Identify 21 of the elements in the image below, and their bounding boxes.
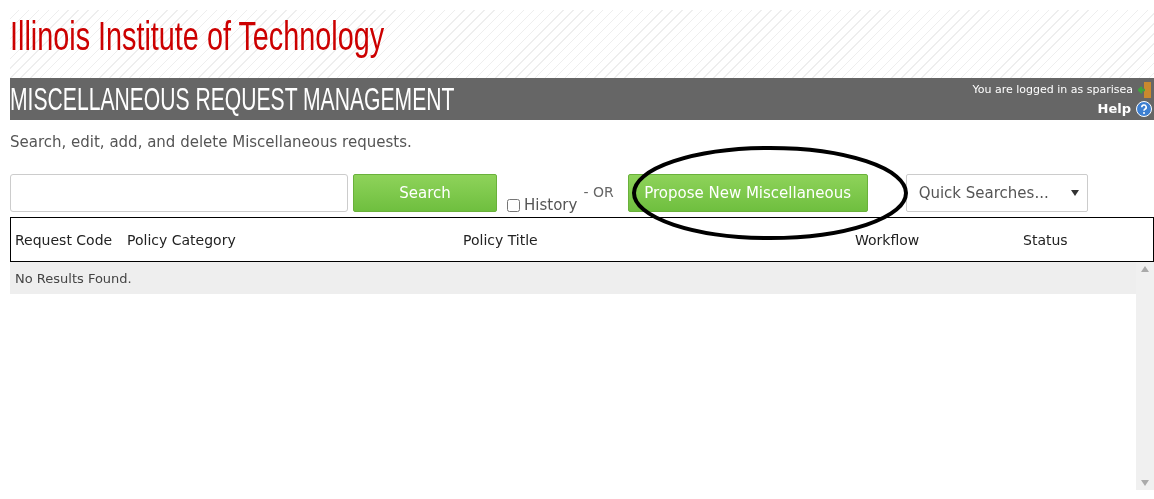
scroll-up-icon[interactable]: [1141, 266, 1149, 272]
column-header[interactable]: Policy Category: [127, 231, 236, 248]
column-header[interactable]: Request Code: [15, 231, 113, 248]
empty-message: No Results Found.: [15, 270, 132, 286]
scrollbar[interactable]: [1136, 262, 1154, 490]
scroll-down-icon[interactable]: [1141, 480, 1149, 486]
logged-in-text: You are logged in as sparisea: [972, 83, 1133, 96]
column-header[interactable]: Policy Title: [463, 231, 538, 248]
column-header[interactable]: Status: [1023, 231, 1068, 248]
history-label: History: [524, 196, 578, 214]
search-field[interactable]: [10, 174, 348, 212]
column-header[interactable]: Workflow: [855, 231, 920, 248]
quick-searches-dropdown[interactable]: Quick Searches...: [905, 174, 1088, 212]
caret-icon: [1070, 190, 1079, 196]
or-text: - OR: [583, 184, 614, 200]
page-title: MISCELLANEOUS REQUEST MANAGEMENT: [10, 80, 455, 118]
help-link[interactable]: Help: [1097, 101, 1131, 116]
page-description: Search, edit, add, and delete Miscellaneous requests.: [10, 133, 413, 151]
help-icon[interactable]: [1136, 100, 1152, 117]
institution-title: Illinois Institute of Technology: [10, 13, 385, 59]
history-checkbox[interactable]: [507, 198, 520, 212]
